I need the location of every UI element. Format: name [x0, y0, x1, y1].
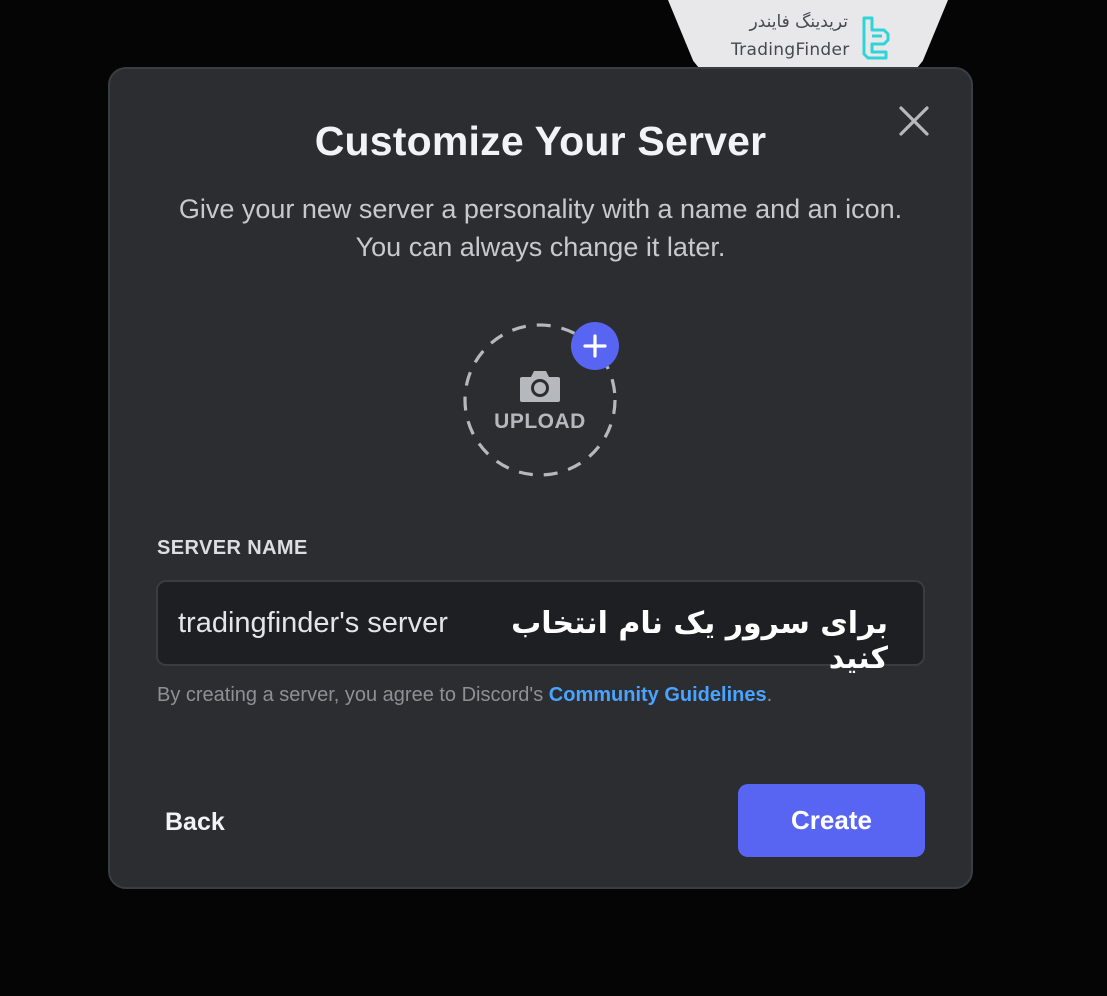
- tradingfinder-logo-icon: [862, 16, 890, 60]
- watermark-brand-en: TradingFinder: [731, 40, 850, 60]
- back-button[interactable]: Back: [148, 796, 244, 848]
- camera-icon: [520, 371, 560, 402]
- modal-title: Customize Your Server: [314, 118, 767, 164]
- watermark-brand-fa: تریدینگ فایندر: [749, 12, 848, 32]
- legal-notice: By creating a server, you agree to Disco…: [157, 684, 772, 707]
- server-name-label: SERVER NAME: [157, 537, 308, 559]
- plus-icon: [583, 334, 607, 358]
- legal-prefix: By creating a server, you agree to Disco…: [157, 684, 549, 706]
- page: تریدینگ فایندر TradingFinder Customize Y…: [0, 0, 1107, 996]
- modal-subtitle: Give your new server a personality with …: [178, 194, 903, 262]
- create-button[interactable]: Create: [738, 784, 925, 857]
- community-guidelines-link[interactable]: Community Guidelines: [549, 684, 767, 706]
- annotation-text-fa: برای سرور یک نام انتخاب کنید: [511, 606, 888, 676]
- legal-suffix: .: [766, 684, 773, 706]
- upload-label: UPLOAD: [494, 410, 586, 433]
- add-icon-badge[interactable]: [571, 322, 619, 370]
